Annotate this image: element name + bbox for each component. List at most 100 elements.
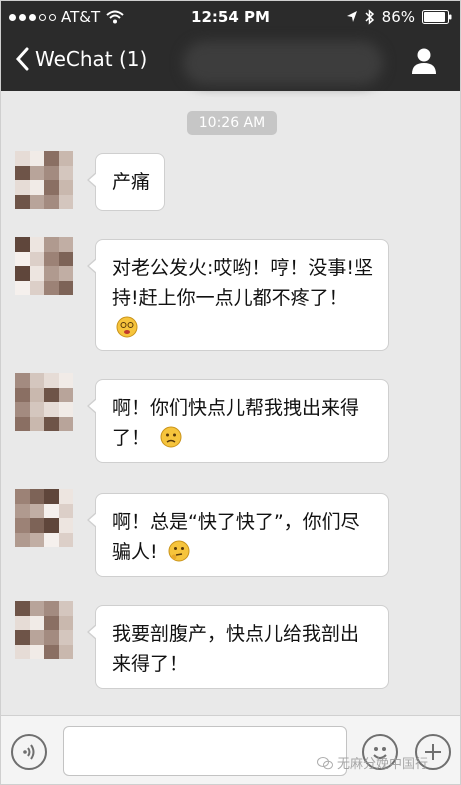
message-text: 产痛	[112, 171, 151, 193]
avatar-pixel	[15, 251, 30, 266]
avatar-pixel	[29, 644, 44, 659]
avatar-pixel	[44, 532, 59, 547]
back-button[interactable]: WeChat (1)	[15, 47, 147, 71]
status-bar: AT&T 12:54 PM 86%	[1, 1, 460, 33]
avatar-pixel	[15, 373, 30, 388]
avatar-pixel	[58, 489, 73, 504]
message-text: 对老公发火:哎哟！哼！没事!坚持!赶上你一点儿都不疼了！	[112, 257, 374, 309]
avatar-pixel	[15, 180, 30, 195]
avatar-pixel	[58, 503, 73, 518]
person-icon[interactable]	[410, 47, 438, 75]
avatar-pixel	[44, 601, 59, 616]
avatar-pixel	[29, 615, 44, 630]
avatar-pixel	[29, 194, 44, 209]
avatar-pixel	[29, 402, 44, 417]
confused-face-icon	[160, 426, 182, 448]
avatar-pixel	[58, 630, 73, 645]
avatar[interactable]	[15, 489, 73, 547]
bluetooth-icon	[365, 9, 374, 25]
avatar-pixel	[58, 251, 73, 266]
avatar-pixel	[44, 402, 59, 417]
avatar-pixel	[15, 503, 30, 518]
wechat-logo-icon	[317, 756, 333, 769]
avatar-pixel	[29, 601, 44, 616]
avatar-pixel	[44, 251, 59, 266]
avatar-pixel	[29, 266, 44, 281]
battery-percent: 86%	[381, 8, 415, 26]
input-bar	[1, 715, 460, 784]
avatar-pixel	[29, 237, 44, 252]
message-bubble[interactable]: 对老公发火:哎哟！哼！没事!坚持!赶上你一点儿都不疼了！	[87, 239, 389, 351]
avatar-pixel	[15, 601, 30, 616]
wechat-screen: AT&T 12:54 PM 86% WeChat (1) 10:26 AM 产痛…	[0, 0, 461, 785]
dizzy-face-icon	[116, 316, 138, 338]
avatar-pixel	[58, 194, 73, 209]
avatar-pixel	[29, 180, 44, 195]
avatar-pixel	[15, 630, 30, 645]
avatar-pixel	[58, 416, 73, 431]
message-bubble[interactable]: 啊！总是“快了快了”，你们尽骗人!	[87, 493, 389, 577]
watermark: 无麻分娩中国行	[317, 753, 428, 772]
avatar-pixel	[44, 373, 59, 388]
message-bubble[interactable]: 产痛	[86, 153, 166, 211]
avatar-pixel	[44, 518, 59, 533]
avatar-pixel	[29, 373, 44, 388]
avatar-pixel	[15, 280, 30, 295]
nav-bar: WeChat (1)	[1, 33, 460, 91]
watermark-text: 无麻分娩中国行	[337, 757, 429, 772]
avatar-pixel	[44, 416, 59, 431]
avatar[interactable]	[15, 373, 73, 431]
avatar-pixel	[29, 387, 44, 402]
status-right: 86%	[346, 8, 452, 26]
avatar-pixel	[58, 266, 73, 281]
location-arrow-icon	[346, 11, 357, 22]
avatar-pixel	[44, 180, 59, 195]
avatar-pixel	[44, 630, 59, 645]
avatar-pixel	[44, 615, 59, 630]
avatar-pixel	[44, 387, 59, 402]
avatar-pixel	[44, 503, 59, 518]
avatar-pixel	[58, 151, 73, 166]
avatar-pixel	[58, 165, 73, 180]
avatar-pixel	[15, 266, 30, 281]
avatar-pixel	[58, 615, 73, 630]
avatar-pixel	[44, 194, 59, 209]
voice-button[interactable]	[11, 734, 47, 770]
message-bubble[interactable]: 我要剖腹产，快点儿给我剖出来得了！	[87, 605, 389, 689]
avatar-pixel	[29, 532, 44, 547]
avatar[interactable]	[15, 151, 73, 209]
avatar-pixel	[15, 165, 30, 180]
avatar-pixel	[15, 402, 30, 417]
avatar-pixel	[44, 489, 59, 504]
message-text: 我要剖腹产，快点儿给我剖出来得了！	[112, 623, 360, 675]
avatar-pixel	[58, 402, 73, 417]
avatar-pixel	[15, 644, 30, 659]
avatar-pixel	[15, 489, 30, 504]
message-input[interactable]	[63, 726, 347, 776]
avatar-pixel	[15, 416, 30, 431]
avatar-pixel	[29, 165, 44, 180]
message-bubble[interactable]: 啊！你们快点儿帮我拽出来得了！	[87, 379, 389, 463]
avatar-pixel	[44, 644, 59, 659]
avatar-pixel	[29, 151, 44, 166]
avatar-pixel	[15, 151, 30, 166]
chevron-left-icon	[15, 47, 29, 71]
avatar-pixel	[15, 194, 30, 209]
battery-icon	[422, 10, 452, 24]
avatar-pixel	[15, 518, 30, 533]
avatar[interactable]	[15, 601, 73, 659]
avatar-pixel	[58, 644, 73, 659]
avatar[interactable]	[15, 237, 73, 295]
avatar-pixel	[44, 151, 59, 166]
avatar-pixel	[44, 280, 59, 295]
avatar-pixel	[29, 251, 44, 266]
avatar-pixel	[58, 237, 73, 252]
thinking-face-icon	[168, 540, 190, 562]
avatar-pixel	[58, 601, 73, 616]
avatar-pixel	[15, 387, 30, 402]
message-text: 啊！总是“快了快了”，你们尽骗人!	[112, 511, 360, 563]
avatar-pixel	[58, 280, 73, 295]
avatar-pixel	[29, 518, 44, 533]
avatar-pixel	[29, 630, 44, 645]
message-text: 啊！你们快点儿帮我拽出来得了！	[112, 397, 360, 449]
